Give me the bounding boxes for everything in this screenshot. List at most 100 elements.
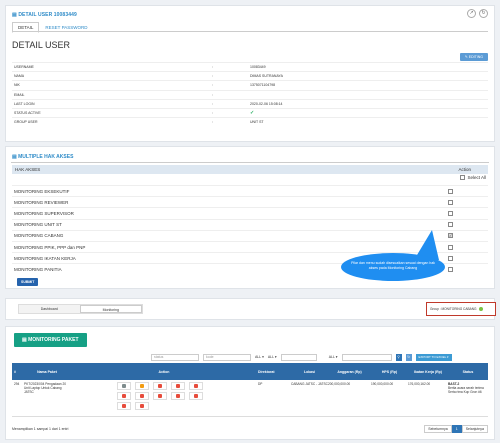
- detail-user-panel: ▤ DETAIL USER 10083449 ↗ ↻ DETAIL RESET …: [5, 5, 495, 142]
- nav-panel: Dashboard Monitoring: [5, 298, 495, 320]
- access-label: MONITORING CABANG: [14, 233, 64, 239]
- detail-title-text: DETAIL USER 10083449: [18, 12, 77, 18]
- row-sep: :: [212, 101, 213, 106]
- row-value: 10083449: [250, 65, 266, 70]
- cell-nama: PKT/2023/004 Pengadaan 20 Unit Laptop Un…: [24, 382, 67, 394]
- action-send-icon[interactable]: [189, 392, 203, 400]
- panel-tools: ↗ ↻: [467, 9, 488, 18]
- refresh-icon[interactable]: ↻: [479, 9, 488, 18]
- tab-monitoring[interactable]: Monitoring: [79, 305, 142, 313]
- cell-ikatan: 176,000,162.00: [408, 382, 431, 386]
- filter-input-3[interactable]: [280, 354, 317, 361]
- row-key: LAST LOGIN: [14, 101, 35, 106]
- editing-button[interactable]: ✎ EDITING: [459, 53, 488, 61]
- search-button[interactable]: ⚲: [395, 354, 402, 361]
- cell-status: BAST-2 Berita acara serah terima Serta ri…: [448, 382, 488, 394]
- row-sep: :: [212, 65, 213, 70]
- action-close-icon[interactable]: [171, 382, 185, 390]
- select-value: ALL: [255, 355, 262, 359]
- col-status: Status: [462, 369, 474, 374]
- table-info: Menampilkan 1 sampai 1 dari 1 entri: [12, 427, 69, 431]
- cell-anggaran: 200,000,000.00: [328, 382, 351, 386]
- access-checkbox[interactable]: [448, 199, 453, 205]
- detail-row-username: USERNAME: 10083449: [12, 62, 488, 71]
- filter-bar: status kode ALL ▾ ALL ▾ ALL ▾ ⚲ ↻ EXPORT…: [151, 354, 452, 361]
- header-action: Action: [458, 167, 471, 172]
- detail-row-last-login: LAST LOGIN: 2020-02-06 15:08:14: [12, 98, 488, 108]
- action-print-icon[interactable]: [117, 402, 131, 410]
- action-cart-icon[interactable]: [189, 382, 203, 390]
- access-checkbox[interactable]: [448, 210, 453, 216]
- cell-direktorat: DP: [258, 382, 263, 386]
- row-key: NIK: [14, 83, 20, 88]
- status-dot-icon: [478, 307, 483, 311]
- filter-input-4[interactable]: [341, 354, 392, 361]
- cell-lokasi: CABANG JATSC - JATSC: [291, 382, 328, 386]
- select-all-checkbox[interactable]: [460, 175, 466, 180]
- row-value: UNIT ST: [250, 120, 264, 125]
- action-doc-icon[interactable]: [153, 382, 167, 390]
- tab-dashboard[interactable]: Dashboard: [19, 305, 80, 313]
- row-sep: :: [212, 120, 213, 125]
- select-all-label: Select All: [467, 175, 486, 180]
- pagination-next[interactable]: Selanjutnya: [461, 425, 488, 433]
- filter-select-3[interactable]: ALL ▾: [329, 354, 338, 361]
- status-desc: Berita acara serah terima Serta rima Kop…: [448, 386, 484, 394]
- action-edit-icon[interactable]: [135, 382, 149, 390]
- table-header: # Nama Paket Action Direktorat Lokasi An…: [12, 363, 488, 380]
- row-key: GROUP USER: [14, 120, 38, 125]
- nav-tabs: Dashboard Monitoring: [18, 304, 143, 314]
- kode-filter-input[interactable]: kode: [203, 354, 251, 361]
- cell-action: [70, 382, 258, 410]
- submit-button[interactable]: SUBMIT: [17, 278, 39, 286]
- status-filter-input[interactable]: status: [151, 354, 199, 361]
- action-file-icon[interactable]: [171, 392, 185, 400]
- expand-icon[interactable]: ↗: [467, 9, 476, 18]
- col-direktorat: Direktorat: [258, 369, 275, 374]
- row-sep: :: [212, 83, 213, 88]
- filter-select-1[interactable]: ALL ▾: [255, 354, 264, 361]
- access-checkbox[interactable]: [448, 188, 453, 194]
- hak-akses-title: ▤ MULTIPLE HAK AKSES: [12, 154, 74, 160]
- divider: [11, 162, 489, 163]
- action-icons: [117, 382, 258, 410]
- row-sep: :: [212, 111, 213, 116]
- callout-text: Pilar dan menu sudah disesuaikan sesuai …: [351, 261, 435, 270]
- pagination-prev[interactable]: Sebelumnya: [424, 425, 452, 433]
- access-row: MONITORING UNIT ST: [12, 218, 488, 230]
- pagination: Sebelumnya 1 Selanjutnya: [424, 425, 488, 433]
- monitoring-table: # Nama Paket Action Direktorat Lokasi An…: [12, 363, 488, 417]
- page-title: DETAIL USER: [12, 40, 71, 50]
- export-button[interactable]: EXPORT TO EXCEL ▾: [415, 354, 452, 361]
- select-value: ALL: [267, 355, 274, 359]
- select-all[interactable]: Select All: [460, 175, 486, 180]
- hak-akses-header: HAK AKSES Action: [12, 165, 488, 174]
- action-link-icon[interactable]: [135, 392, 149, 400]
- action-lock-icon[interactable]: [135, 402, 149, 410]
- access-label: MONITORING PPIK, PPP dan PNP: [14, 244, 86, 250]
- access-label: MONITORING REVIEWER: [14, 199, 69, 205]
- col-nama-paket: Nama Paket: [37, 369, 57, 374]
- row-key: NAMA: [14, 74, 25, 79]
- action-detail-icon[interactable]: [117, 382, 131, 390]
- detail-row-nama: NAMA: DIMAS SUTRANAYA: [12, 71, 488, 80]
- filter-select-2[interactable]: ALL ▾: [268, 354, 277, 361]
- action-upload-icon[interactable]: [117, 392, 131, 400]
- access-label: MONITORING IKATAN KERJA: [14, 255, 76, 261]
- monitoring-paket-button[interactable]: ▤ MONITORING PAKET: [14, 333, 87, 347]
- detail-row-nik: NIK: 1375071104798: [12, 80, 488, 89]
- editing-label: EDITING: [468, 55, 483, 59]
- reset-icon[interactable]: ↻: [405, 354, 412, 361]
- row-key: USERNAME: [14, 65, 34, 70]
- row-value: 1375071104798: [250, 83, 276, 88]
- access-label: MONITORING PANITIA: [14, 266, 62, 272]
- access-row: MONITORING EKSEKUTIF: [12, 185, 488, 196]
- table-row: 294 PKT/2023/004 Pengadaan 20 Unit Lapto…: [12, 380, 488, 417]
- row-value: 2020-02-06 15:08:14: [250, 101, 283, 106]
- access-label: MONITORING SUPERVISOR: [14, 210, 74, 216]
- hak-akses-title-text: MULTIPLE HAK AKSES: [18, 154, 74, 160]
- pagination-page-1[interactable]: 1: [451, 425, 462, 433]
- detail-row-status-active: STATUS ACTIVE: ✓: [12, 107, 488, 117]
- action-folder-icon[interactable]: [153, 392, 167, 400]
- access-checkbox[interactable]: [448, 222, 453, 228]
